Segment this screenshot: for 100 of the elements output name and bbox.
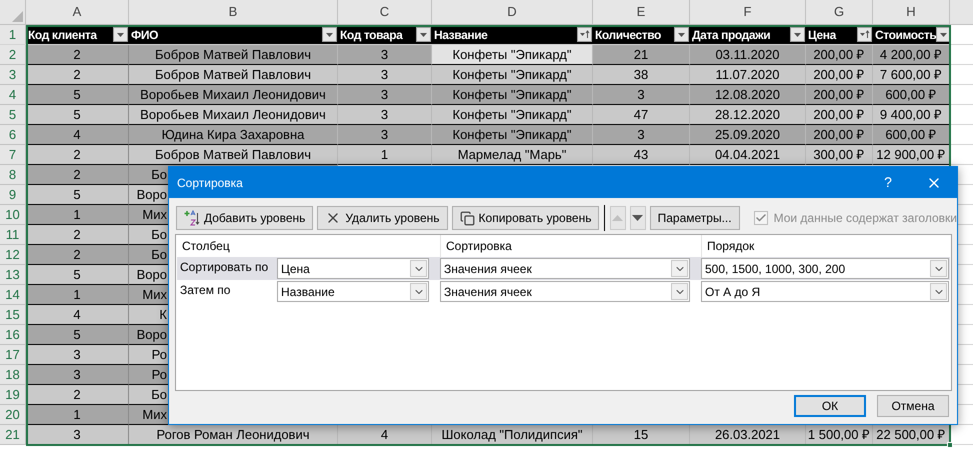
table-cell: 1 [26,205,129,225]
row-header[interactable]: 5 [0,105,26,125]
column-header[interactable]: E [593,0,690,24]
row-header[interactable]: 10 [0,205,26,225]
level-label: Затем по [179,282,232,299]
table-cell: 200,00 ₽ [806,105,873,125]
filter-button[interactable] [113,27,128,42]
table-cell: 1 [26,285,129,305]
table-cell: 3 [26,365,129,385]
grid-header: Сортировка [446,238,512,255]
row-header[interactable]: 3 [0,65,26,85]
table-cell: Бобров Матвей Павлович [129,145,338,165]
header-text: Цена [808,26,836,44]
move-down-button[interactable] [630,206,646,230]
table-cell: 2 [26,45,129,65]
row-header[interactable]: 2 [0,45,26,65]
header-text: Название [434,26,488,44]
dropdown[interactable]: От А до Я [701,281,949,302]
table-cell: 47 [593,105,690,125]
row-header[interactable]: 15 [0,305,26,325]
table-cell: 4 [338,425,432,445]
dropdown[interactable]: Название [277,281,429,302]
table-cell: 3 [338,45,432,65]
table-cell: 43 [593,145,690,165]
table-cell: 2 [26,145,129,165]
column-header[interactable]: H [873,0,950,24]
dropdown[interactable]: Значения ячеек [440,258,690,279]
sort-level-row[interactable]: Сортировать по Цена Значения ячеек 500, 1500, 1000, 300, 200 [177,257,950,280]
table-cell: 5 [26,105,129,125]
table-cell: 4 [26,125,129,145]
header-text: Код товара [340,26,402,44]
dropdown[interactable]: Значения ячеек [440,281,690,302]
table-cell: 15 [593,425,690,445]
table-cell: 22 500,00 ₽ [873,425,950,445]
dropdown-icon [678,32,685,36]
row-header[interactable]: 20 [0,405,26,425]
options-button[interactable]: Параметры... [650,206,740,230]
ok-button[interactable]: ОК [794,395,866,417]
table-cell: 3 [593,125,690,145]
table-cell: Мармелад "Марь" [432,145,593,165]
filter-button[interactable] [322,27,337,42]
table-cell: 11.07.2020 [690,65,806,85]
column-header[interactable]: B [129,0,338,24]
table-cell: 1 [26,405,129,425]
table-cell: Конфеты "Эпикард" [432,45,593,65]
add-level-button[interactable]: Добавить уровень [176,206,314,230]
table-cell: 200,00 ₽ [806,45,873,65]
table-cell: 2 [26,225,129,245]
copy-level-button[interactable]: Копировать уровень [452,206,600,230]
fill-handle[interactable] [947,442,953,448]
column-header[interactable]: A [26,0,129,24]
filter-button[interactable] [790,27,805,42]
table-cell: 12.08.2020 [690,85,806,105]
table-cell: Конфеты "Эпикард" [432,85,593,105]
row-header[interactable]: 18 [0,365,26,385]
table-cell: 25.09.2020 [690,125,806,145]
table-cell: 7 600,00 ₽ [873,65,950,85]
row-header[interactable]: 14 [0,285,26,305]
sort-level-row[interactable]: Затем по Название Значения ячеек От А до Я [177,280,950,303]
dropdown-icon [940,32,948,36]
copy-icon [460,210,475,226]
row-header[interactable]: 8 [0,165,26,185]
row-header[interactable]: 21 [0,425,26,445]
row-header[interactable]: 16 [0,325,26,345]
table-cell: 1 [338,145,432,165]
filter-button[interactable] [416,27,431,42]
delete-level-button[interactable]: Удалить уровень [317,206,448,230]
table-cell: Конфеты "Эпикард" [432,125,593,145]
row-header[interactable]: 7 [0,145,26,165]
filter-button[interactable] [857,27,872,42]
table-cell: 9 400,00 ₽ [873,105,950,125]
row-header[interactable]: 12 [0,245,26,265]
row-header[interactable]: 1 [0,25,26,44]
filter-button[interactable] [674,27,689,42]
table-cell: 200,00 ₽ [806,125,873,145]
table-cell: 4 [26,305,129,325]
column-header[interactable]: F [690,0,806,24]
column-header[interactable]: G [806,0,873,24]
row-header[interactable]: 13 [0,265,26,285]
header-text: Стоимость [875,26,936,44]
table-cell: 5 [26,265,129,285]
row-header[interactable]: 17 [0,345,26,365]
row-header[interactable]: 6 [0,125,26,145]
table-cell: 3 [338,105,432,125]
table-cell: 5 [26,185,129,205]
column-header[interactable]: D [432,0,593,24]
header-text: Код клиента [28,26,97,44]
table-cell: 2 [26,245,129,265]
help-button[interactable]: ? [865,167,911,198]
row-header[interactable]: 19 [0,385,26,405]
dropdown[interactable]: Цена [277,258,429,279]
cancel-button[interactable]: Отмена [877,395,949,417]
dropdown-icon [794,32,801,36]
column-header[interactable]: C [338,0,432,24]
filter-button[interactable] [577,27,592,42]
row-header[interactable]: 9 [0,185,26,205]
row-header[interactable]: 11 [0,225,26,245]
dropdown[interactable]: 500, 1500, 1000, 300, 200 [701,258,949,279]
row-header[interactable]: 4 [0,85,26,105]
table-cell: 200,00 ₽ [806,65,873,85]
